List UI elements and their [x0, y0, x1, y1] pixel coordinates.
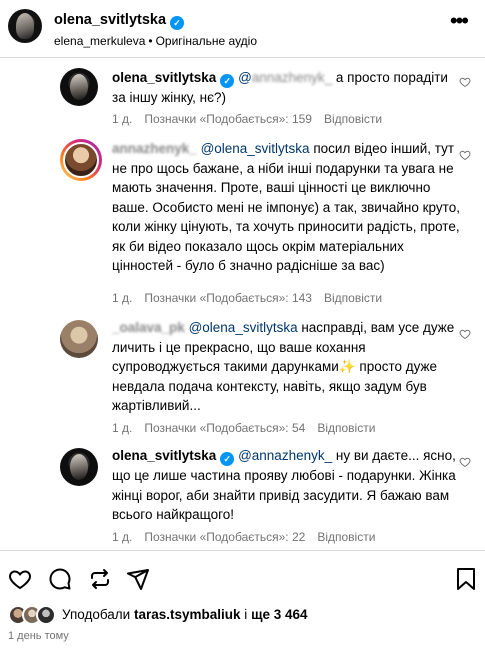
comment-likes-count[interactable]: Позначки «Подобається»: 22	[144, 530, 305, 544]
share-send-icon[interactable]	[126, 567, 150, 591]
like-heart-icon[interactable]	[8, 567, 32, 591]
heart-icon[interactable]	[459, 328, 471, 340]
comment-text: olena_svitlytska ✓ @annazhenyk_ ну ви дає…	[112, 446, 465, 525]
action-bar	[0, 550, 485, 600]
heart-icon[interactable]	[459, 149, 471, 161]
liker-avatars[interactable]	[8, 604, 58, 626]
commenter-username[interactable]: _oalava_pk	[112, 320, 185, 335]
save-bookmark-icon[interactable]	[455, 567, 477, 591]
comment-likes-count[interactable]: Позначки «Подобається»: 54	[144, 421, 305, 435]
liker-avatar	[36, 605, 56, 625]
comment-item: olena_svitlytska ✓ @annazhenyk_ а просто …	[60, 66, 475, 136]
reply-button[interactable]: Відповісти	[324, 112, 382, 126]
comment-likes-count[interactable]: Позначки «Подобається»: 159	[144, 112, 312, 126]
reply-button[interactable]: Відповісти	[317, 530, 375, 544]
more-horizontal-icon[interactable]: •••	[450, 10, 469, 32]
comment-time: 1 д.	[112, 112, 133, 126]
comment-mention[interactable]: @olena_svitlytska	[201, 141, 310, 156]
separator-dot: •	[148, 34, 153, 48]
comment-text: annazhenyk_ @olena_svitlytska посил віде…	[112, 139, 465, 276]
comment-mention[interactable]: @annazhenyk_	[238, 448, 332, 463]
comment-meta: 1 д. Позначки «Подобається»: 143 Відповіст…	[112, 291, 394, 305]
comment-time: 1 д.	[112, 291, 133, 305]
likes-count[interactable]: ще 3 464	[251, 607, 307, 622]
verified-badge-icon: ✓	[220, 452, 235, 466]
comment-mention[interactable]: @annazhenyk_	[238, 70, 332, 85]
author-username-text[interactable]: olena_svitlytska	[54, 12, 166, 28]
audio-line: elena_merkuleva • Оригінальне аудіо	[54, 34, 257, 48]
comment-likes-count[interactable]: Позначки «Подобається»: 143	[144, 291, 312, 305]
author-avatar[interactable]	[8, 9, 42, 43]
commenter-avatar[interactable]	[60, 68, 98, 106]
reply-button[interactable]: Відповісти	[317, 421, 375, 435]
comment-meta: 1 д. Позначки «Подобається»: 54 Відповісти	[112, 421, 387, 435]
comment-time: 1 д.	[112, 421, 133, 435]
comment-text: _oalava_pk @olena_svitlytska насправді, …	[112, 318, 465, 416]
comment-body: посил відео інший, тут не про щось бажан…	[112, 141, 460, 273]
author-username[interactable]: olena_svitlytska ✓	[54, 12, 185, 30]
audio-author[interactable]: elena_merkuleva	[54, 34, 145, 48]
post-header: olena_svitlytska ✓ elena_merkuleva • Оригін…	[0, 0, 485, 58]
likes-summary: Уподобали taras.tsymbaliuk і ще 3 464	[8, 604, 478, 626]
repost-icon[interactable]	[88, 567, 112, 591]
reply-button[interactable]: Відповісти	[324, 291, 382, 305]
commenter-username[interactable]: olena_svitlytska	[112, 448, 216, 463]
comment-text: olena_svitlytska ✓ @annazhenyk_ а просто …	[112, 68, 465, 108]
commenter-avatar[interactable]	[60, 320, 98, 358]
audio-label[interactable]: Оригінальне аудіо	[156, 34, 257, 48]
comment-time: 1 д.	[112, 530, 133, 544]
commenter-avatar[interactable]	[60, 448, 98, 486]
heart-icon[interactable]	[459, 76, 471, 88]
comment-item: olena_svitlytska ✓ @annazhenyk_ ну ви дає…	[60, 446, 475, 546]
comment-bubble-icon[interactable]	[48, 567, 72, 591]
post-time: 1 день тому	[8, 630, 69, 642]
commenter-username[interactable]: olena_svitlytska	[112, 70, 216, 85]
comment-meta: 1 д. Позначки «Подобається»: 159 Відповіст…	[112, 112, 394, 126]
comment-item: annazhenyk_ @olena_svitlytska посил віде…	[60, 139, 475, 309]
commenter-avatar[interactable]	[60, 139, 102, 181]
verified-badge-icon: ✓	[170, 16, 185, 30]
commenter-username[interactable]: annazhenyk_	[112, 141, 197, 156]
comment-item: _oalava_pk @olena_svitlytska насправді, …	[60, 318, 475, 435]
likes-text[interactable]: Уподобали taras.tsymbaliuk і ще 3 464	[62, 607, 308, 622]
comment-mention[interactable]: @olena_svitlytska	[189, 320, 298, 335]
heart-icon[interactable]	[459, 456, 471, 468]
comment-meta: 1 д. Позначки «Подобається»: 22 Відповісти	[112, 530, 387, 544]
verified-badge-icon: ✓	[220, 74, 235, 88]
liker-username[interactable]: taras.tsymbaliuk	[134, 607, 241, 622]
